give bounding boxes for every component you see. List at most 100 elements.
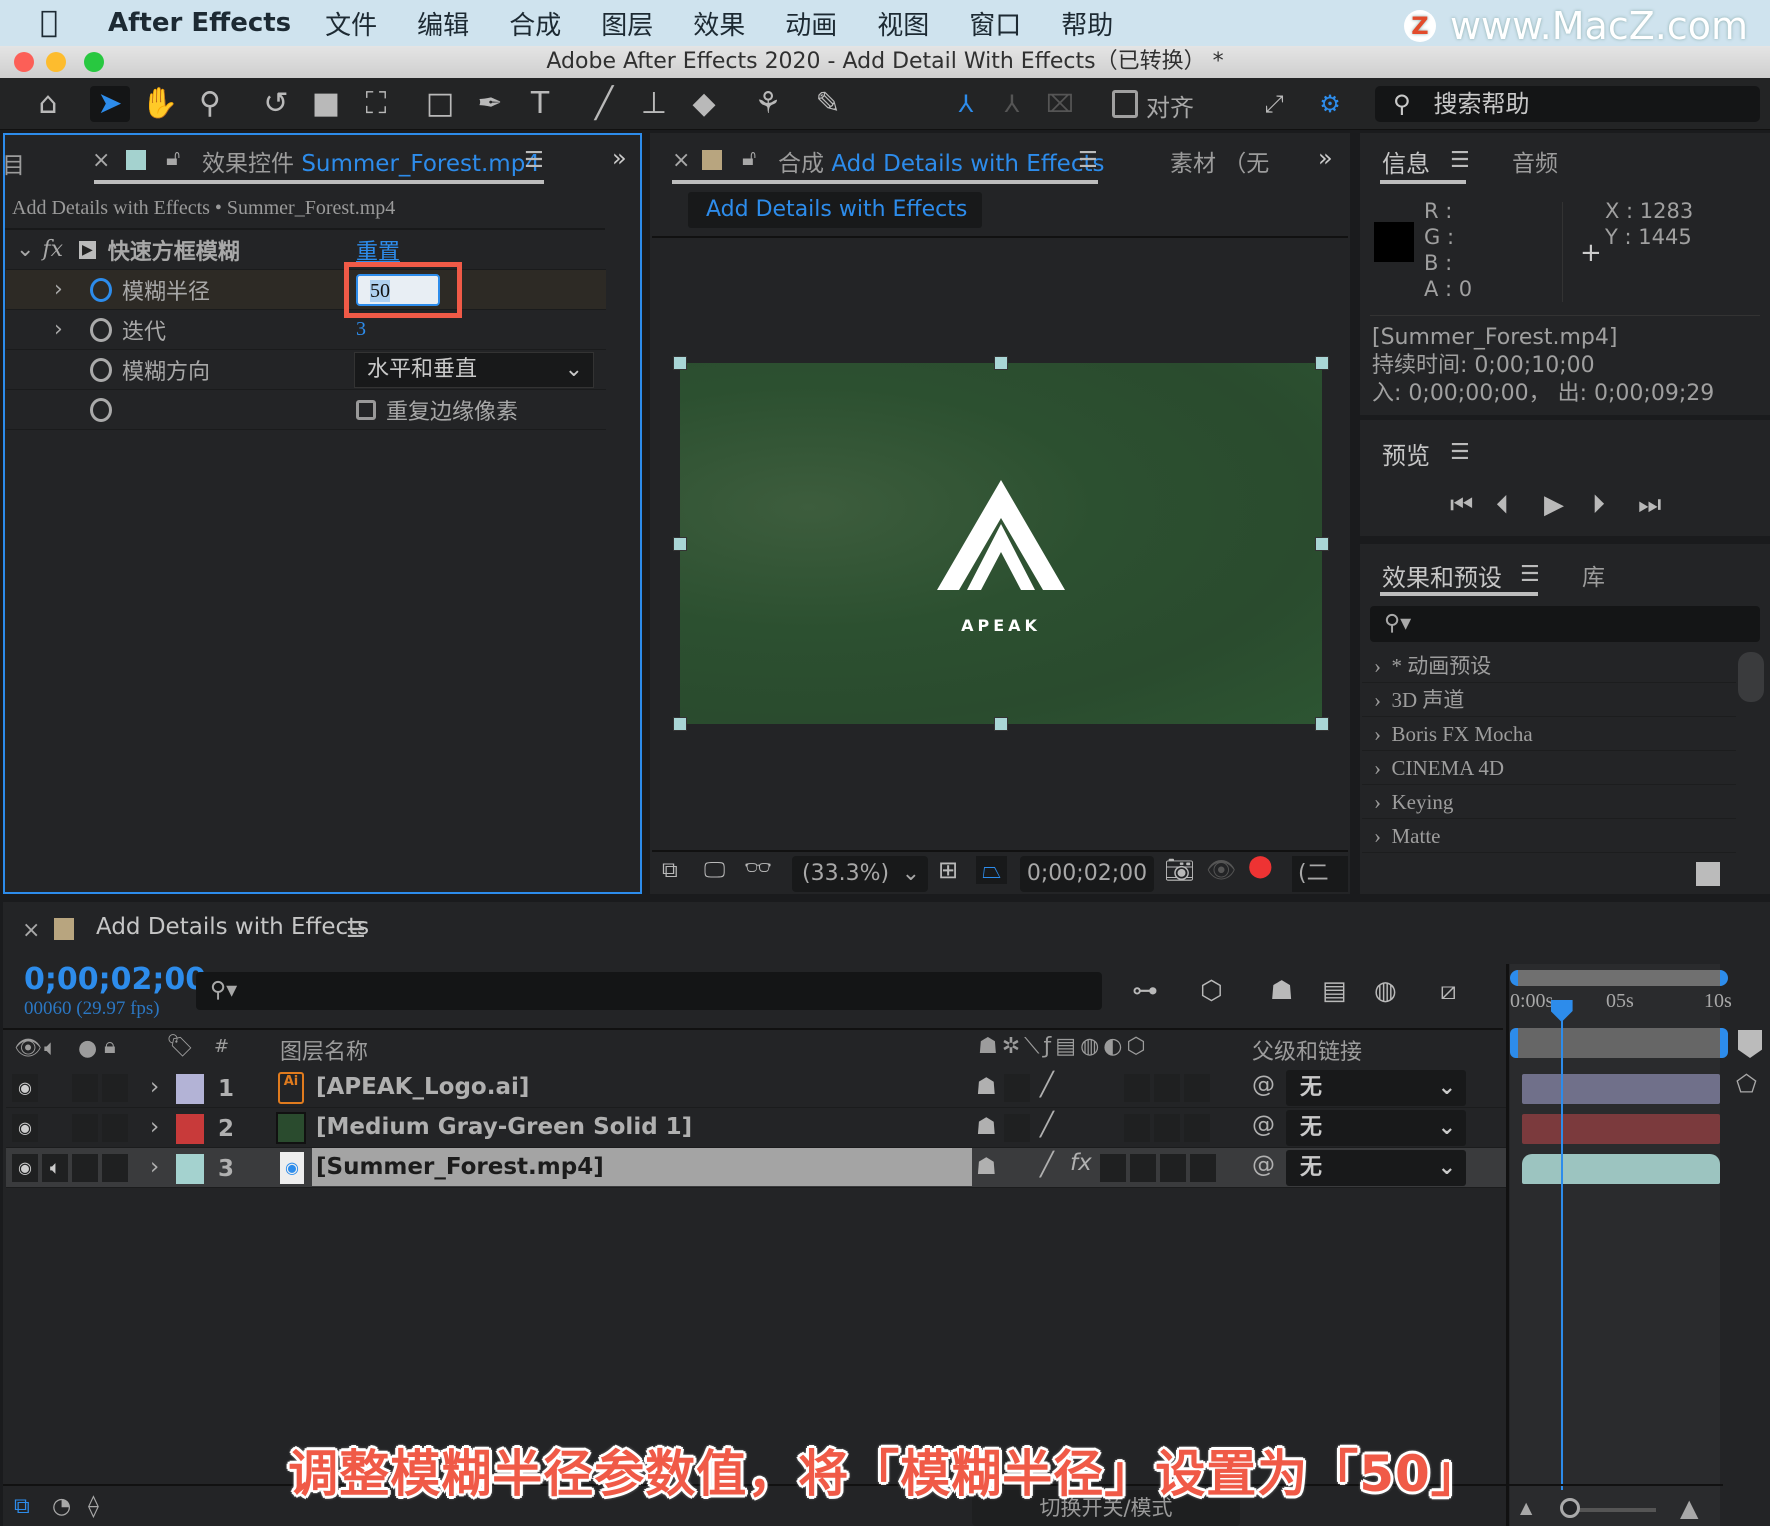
pick-whip-icon[interactable]: @: [1252, 1152, 1275, 1178]
lock-toggle[interactable]: [102, 1074, 128, 1102]
hand-tool-icon[interactable]: ✋: [140, 86, 180, 122]
layer-duration-bar[interactable]: [1522, 1114, 1720, 1144]
solo-toggle[interactable]: [72, 1114, 98, 1142]
zoom-tool-icon[interactable]: ⚲: [190, 86, 230, 122]
play-icon[interactable]: ▶: [1544, 490, 1564, 520]
list-item[interactable]: › CINEMA 4D: [1362, 752, 1736, 785]
frame-blending-icon[interactable]: ▤: [1322, 976, 1347, 1006]
column-parent[interactable]: 父级和链接: [1252, 1034, 1362, 1066]
resolution-dropdown[interactable]: (二分: [1292, 856, 1348, 892]
next-frame-icon[interactable]: ⏵: [1592, 490, 1605, 521]
panel-menu-icon[interactable]: ☰: [346, 918, 366, 943]
motion-blur-icon[interactable]: ◍: [1374, 976, 1397, 1006]
overflow-tabs-icon[interactable]: »: [612, 144, 627, 172]
reset-link[interactable]: 重置: [356, 234, 400, 266]
switch-slot[interactable]: [1184, 1114, 1210, 1142]
fx-switch-icon[interactable]: fx: [1070, 1150, 1092, 1176]
panel-menu-icon[interactable]: ☰: [1520, 562, 1540, 587]
menu-window[interactable]: 窗口: [969, 5, 1021, 42]
footage-tab[interactable]: 素材 （无: [1170, 144, 1269, 178]
grid-guides-icon[interactable]: ⊞: [938, 856, 958, 884]
transform-handle[interactable]: [1315, 356, 1329, 370]
parent-dropdown[interactable]: 无 ⌄: [1286, 1070, 1466, 1106]
project-tab-stub[interactable]: 目: [2, 146, 25, 180]
preview-tab[interactable]: 预览: [1382, 436, 1430, 471]
quality-switch-icon[interactable]: ╱: [1040, 1112, 1054, 1138]
axis-world-icon[interactable]: ⅄: [992, 86, 1032, 122]
stopwatch-icon[interactable]: [90, 317, 112, 342]
layer-duration-bar[interactable]: [1522, 1154, 1720, 1184]
playhead[interactable]: [1560, 1000, 1563, 1490]
label-color[interactable]: [176, 1154, 204, 1184]
minimize-window-button[interactable]: [46, 52, 66, 72]
shy-switch-icon[interactable]: ☗: [976, 1074, 997, 1100]
current-time-field[interactable]: 0;00;02;00: [1020, 856, 1154, 892]
transform-handle[interactable]: [673, 717, 687, 731]
panel-menu-icon[interactable]: ☰: [1450, 440, 1470, 465]
first-frame-icon[interactable]: ⏮: [1450, 490, 1473, 521]
menu-app-name[interactable]: After Effects: [108, 8, 291, 38]
brush-tool-icon[interactable]: ╱: [584, 86, 624, 122]
switch-slot[interactable]: [1100, 1154, 1126, 1182]
solo-toggle[interactable]: [72, 1074, 98, 1102]
blur-direction-dropdown[interactable]: 水平和垂直 ⌄: [354, 352, 594, 388]
effects-search-input[interactable]: ⚲▾: [1370, 606, 1760, 642]
solo-toggle[interactable]: [72, 1154, 98, 1182]
list-item[interactable]: › Keying: [1362, 786, 1736, 819]
rectangle-tool-icon[interactable]: □: [420, 86, 460, 122]
list-item[interactable]: › 3D 声道: [1362, 684, 1736, 717]
new-folder-icon[interactable]: [1696, 862, 1720, 886]
collapse-icon[interactable]: ⌄: [16, 237, 34, 262]
repeat-edge-checkbox[interactable]: [356, 399, 376, 420]
roto-brush-icon[interactable]: ⚘: [748, 86, 788, 122]
selection-tool-icon[interactable]: ➤: [90, 86, 130, 122]
composition-tab[interactable]: 合成 Add Details with Effects: [778, 144, 1104, 178]
draft-3d-icon[interactable]: ⬡: [1200, 976, 1223, 1006]
composition-canvas[interactable]: APEAK: [680, 363, 1322, 724]
effects-presets-tab[interactable]: 效果和预设: [1382, 558, 1502, 593]
workspace-icon[interactable]: ⚙: [1310, 86, 1350, 122]
transform-handle[interactable]: [673, 537, 687, 551]
close-tab-icon[interactable]: ×: [92, 148, 110, 173]
time-navigator[interactable]: [1510, 970, 1728, 986]
lock-icon[interactable]: 🔓︎: [166, 146, 180, 171]
snap-checkbox[interactable]: [1112, 90, 1138, 118]
lock-icon[interactable]: 🔓︎: [742, 146, 756, 171]
zoom-window-button[interactable]: [84, 52, 104, 72]
audio-tab[interactable]: 音频: [1512, 144, 1558, 178]
close-window-button[interactable]: [14, 52, 34, 72]
menu-help[interactable]: 帮助: [1061, 5, 1113, 42]
comp-button-icon[interactable]: ⬠: [1736, 1070, 1757, 1098]
menu-animation[interactable]: 动画: [785, 5, 837, 42]
menu-effect[interactable]: 效果: [693, 5, 745, 42]
composition-flowchart-icon[interactable]: ⊶: [1132, 976, 1158, 1006]
list-item[interactable]: › Matte: [1362, 820, 1736, 853]
switch-slot[interactable]: [1184, 1074, 1210, 1102]
stopwatch-icon[interactable]: [90, 277, 112, 302]
quality-switch-icon[interactable]: ╱: [1040, 1152, 1054, 1178]
visibility-toggle-icon[interactable]: ◉: [12, 1114, 38, 1142]
work-area-bar[interactable]: [1510, 1028, 1728, 1058]
pen-tool-icon[interactable]: ✒: [470, 86, 510, 122]
switch-slot[interactable]: [1124, 1114, 1150, 1142]
camera-tool-icon[interactable]: ■: [306, 86, 346, 122]
visibility-toggle-icon[interactable]: ◉: [12, 1074, 38, 1102]
layer-name[interactable]: [Summer_Forest.mp4]: [316, 1154, 604, 1180]
snapshot-icon[interactable]: 📷︎: [1164, 856, 1194, 884]
switch-slot[interactable]: [1160, 1154, 1186, 1182]
visibility-toggle-icon[interactable]: ◉: [12, 1154, 38, 1182]
close-tab-icon[interactable]: ×: [672, 148, 690, 173]
scrollbar-thumb[interactable]: [1738, 652, 1764, 702]
info-tab[interactable]: 信息: [1382, 144, 1430, 179]
transform-handle[interactable]: [994, 717, 1008, 731]
pick-whip-icon[interactable]: @: [1252, 1072, 1275, 1098]
previous-frame-icon[interactable]: ⏴: [1496, 490, 1509, 521]
panel-menu-icon[interactable]: ☰: [524, 148, 544, 173]
mask-visibility-icon[interactable]: ⏢: [976, 856, 1008, 884]
table-row-selected[interactable]: ◉ 🔈︎ › 3 ◉ [Summer_Forest.mp4] ☗ ╱ fx @ …: [6, 1148, 1506, 1188]
magnification-dropdown[interactable]: (33.3%) ⌄: [792, 856, 928, 892]
always-preview-icon[interactable]: ⧉: [662, 858, 678, 883]
table-row[interactable]: ◉ › 1 Ai [APEAK_Logo.ai] ☗ ╱ @ 无 ⌄: [6, 1068, 1506, 1108]
axis-view-icon[interactable]: ⌧: [1040, 86, 1080, 122]
switch-slot[interactable]: [1130, 1154, 1156, 1182]
